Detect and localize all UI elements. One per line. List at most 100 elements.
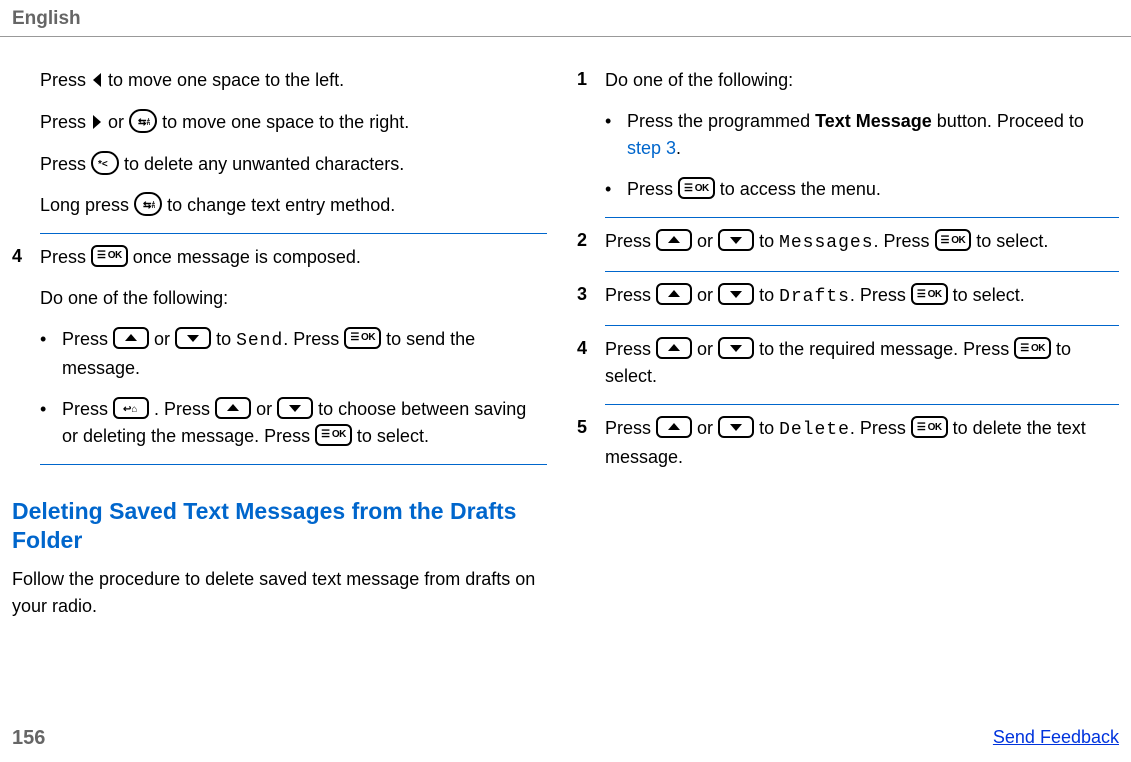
step-2-right: 2 Press or to Messages. Press to select.	[577, 228, 1119, 272]
star-key-icon: *<	[91, 151, 119, 175]
up-key-icon	[215, 397, 251, 419]
nav-right-icon	[91, 108, 103, 135]
hash-key-icon: ⇆#	[129, 109, 157, 133]
up-key-icon	[656, 416, 692, 438]
step-number: 4	[12, 244, 40, 465]
text: or	[697, 339, 718, 359]
down-key-icon	[277, 397, 313, 419]
up-key-icon	[656, 337, 692, 359]
text: to	[216, 329, 236, 349]
bullet-marker: •	[40, 326, 62, 382]
text: or	[697, 418, 718, 438]
down-key-icon	[175, 327, 211, 349]
text: once message is composed.	[133, 247, 361, 267]
text: to	[759, 285, 779, 305]
text: to change text entry method.	[167, 195, 395, 215]
step-number: 4	[577, 336, 605, 405]
svg-text:⇆#: ⇆#	[143, 200, 155, 211]
ok-key-icon	[911, 416, 948, 438]
header-language: English	[0, 0, 1131, 37]
step-number: 3	[577, 282, 605, 326]
step-continued: Press to move one space to the left. Pre…	[40, 67, 547, 234]
menu-option: Messages	[779, 233, 873, 253]
up-key-icon	[113, 327, 149, 349]
bullet-save-delete: • Press ↩⌂ . Press or to choose between …	[40, 396, 547, 450]
text: Press	[62, 329, 113, 349]
step-1-right: 1 Do one of the following: • Press the p…	[577, 67, 1119, 218]
para-longpress: Long press ⇆# to change text entry metho…	[40, 192, 547, 219]
back-key-icon: ↩⌂	[113, 397, 149, 419]
text: Press	[40, 70, 91, 90]
down-key-icon	[718, 229, 754, 251]
svg-text:↩⌂: ↩⌂	[123, 404, 137, 415]
text: to	[759, 418, 779, 438]
footer: 156 Send Feedback	[12, 727, 1119, 750]
up-key-icon	[656, 283, 692, 305]
text: to the required message. Press	[759, 339, 1014, 359]
up-key-icon	[656, 229, 692, 251]
left-column: Press to move one space to the left. Pre…	[12, 37, 547, 634]
text: button. Proceed to	[932, 111, 1084, 131]
text: Press	[605, 285, 656, 305]
bullet-marker: •	[40, 396, 62, 450]
ok-key-icon	[678, 177, 715, 199]
text: to select.	[953, 285, 1025, 305]
text: . Press	[874, 231, 935, 251]
section-heading: Deleting Saved Text Messages from the Dr…	[12, 497, 547, 557]
text: to select.	[357, 426, 429, 446]
down-key-icon	[718, 337, 754, 359]
text: to access the menu.	[720, 179, 881, 199]
step1-intro: Do one of the following:	[605, 67, 1119, 94]
text: Press	[605, 418, 656, 438]
ok-key-icon	[935, 229, 972, 251]
down-key-icon	[718, 283, 754, 305]
text: Press	[40, 112, 91, 132]
text: to	[759, 231, 779, 251]
text: to move one space to the right.	[162, 112, 409, 132]
text: Press the programmed	[627, 111, 815, 131]
text: Long press	[40, 195, 134, 215]
svg-text:⇆#: ⇆#	[138, 117, 150, 128]
text: Press	[605, 231, 656, 251]
para-delete-char: Press *< to delete any unwanted characte…	[40, 151, 547, 178]
step-number: 1	[577, 67, 605, 218]
content-columns: Press to move one space to the left. Pre…	[0, 37, 1131, 634]
text: . Press	[850, 418, 911, 438]
step-3-right: 3 Press or to Drafts. Press to select.	[577, 282, 1119, 326]
send-feedback-link[interactable]: Send Feedback	[993, 727, 1119, 750]
text: Press	[40, 154, 91, 174]
text: to delete any unwanted characters.	[124, 154, 404, 174]
text: to move one space to the left.	[108, 70, 344, 90]
step4-line2: Do one of the following:	[40, 285, 547, 312]
bullet-marker: •	[605, 108, 627, 162]
nav-left-icon	[91, 66, 103, 93]
right-column: 1 Do one of the following: • Press the p…	[577, 37, 1119, 634]
text: Press	[40, 247, 91, 267]
text: or	[108, 112, 129, 132]
bullet-send: • Press or to Send. Press to send the me…	[40, 326, 547, 382]
text: Press	[605, 339, 656, 359]
text: . Press	[850, 285, 911, 305]
svg-text:*<: *<	[98, 159, 108, 170]
text: or	[697, 285, 718, 305]
menu-option: Send	[236, 331, 283, 351]
para-right-arrow: Press or ⇆# to move one space to the rig…	[40, 109, 547, 137]
ok-key-icon	[911, 283, 948, 305]
bullet-marker: •	[605, 176, 627, 203]
text: or	[697, 231, 718, 251]
text: Press	[62, 399, 113, 419]
step-4-right: 4 Press or to the required message. Pres…	[577, 336, 1119, 405]
ok-key-icon	[91, 245, 128, 267]
hash-key-icon: ⇆#	[134, 192, 162, 216]
para-left-arrow: Press to move one space to the left.	[40, 67, 547, 95]
text: to select.	[976, 231, 1048, 251]
ok-key-icon	[1014, 337, 1051, 359]
step-number: 5	[577, 415, 605, 485]
text: or	[154, 329, 175, 349]
step-link[interactable]: step 3	[627, 138, 676, 158]
step-number: 2	[577, 228, 605, 272]
section-description: Follow the procedure to delete saved tex…	[12, 566, 547, 620]
bullet-access-menu: • Press to access the menu.	[605, 176, 1119, 203]
bullet-textmsg: • Press the programmed Text Message butt…	[605, 108, 1119, 162]
step-5-right: 5 Press or to Delete. Press to delete th…	[577, 415, 1119, 485]
